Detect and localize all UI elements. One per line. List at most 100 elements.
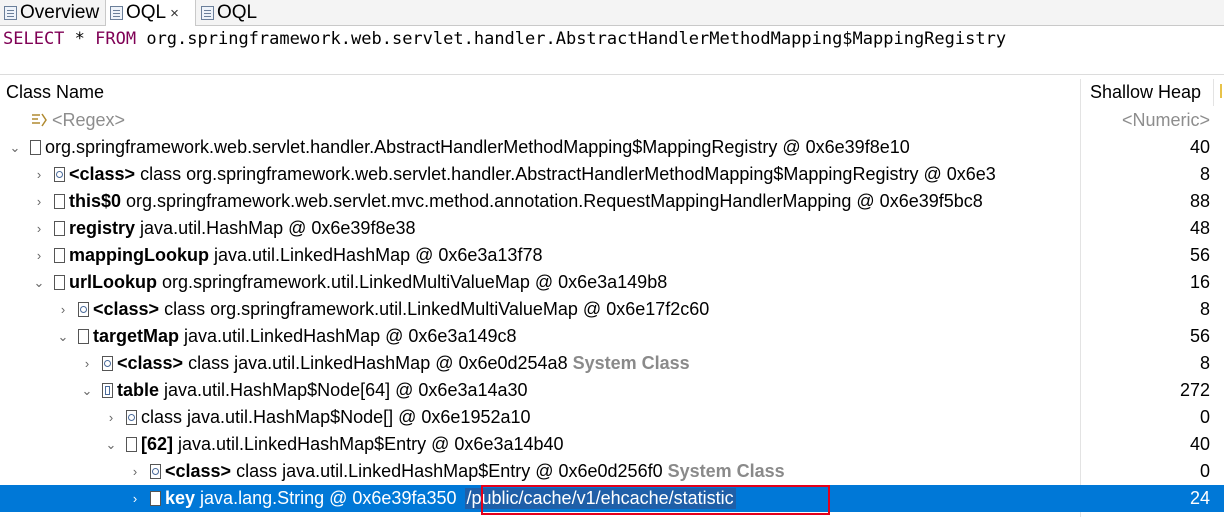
field-name: this$0 (69, 191, 122, 211)
column-edge-marker (1220, 84, 1222, 98)
class-name-cell: <class> class java.util.LinkedHashMap$Ent… (150, 458, 1078, 485)
shallow-heap-cell: 8 (1199, 353, 1210, 373)
field-name: registry (69, 218, 136, 238)
object-description: class java.util.LinkedHashMap @ 0x6e0d25… (188, 353, 568, 373)
regex-filter-icon (32, 113, 47, 127)
shallow-heap-filter[interactable]: <Numeric> (1122, 107, 1210, 133)
shallow-heap-cell: 56 (1189, 245, 1210, 265)
class-name-cell: mappingLookup java.util.LinkedHashMap @ 0… (54, 242, 1078, 269)
class-name-cell: org.springframework.web.servlet.handler.… (30, 134, 1078, 161)
expand-arrow-icon[interactable]: › (32, 161, 46, 188)
query-keyword-select: SELECT (3, 29, 65, 49)
expand-arrow-icon[interactable]: › (128, 485, 142, 512)
column-header-class-name[interactable]: Class Name (6, 79, 104, 106)
tab-oql-active[interactable]: OQL × (105, 0, 196, 26)
object-icon (30, 140, 41, 155)
tab-oql-2[interactable]: OQL (197, 0, 263, 26)
table-row[interactable]: › registry java.util.HashMap @ 0x6e39f8e38… (0, 215, 1224, 242)
object-description: java.util.HashMap$Node[64] @ 0x6e3a14a30 (164, 380, 528, 400)
oql-icon (201, 6, 214, 20)
table-row[interactable]: ⌄ urlLookup org.springframework.util.Linke… (0, 269, 1224, 296)
system-class-label: System Class (572, 353, 690, 373)
table-row[interactable]: ⌄ table java.util.HashMap$Node[64] @ 0x6e3… (0, 377, 1224, 404)
oql-icon (110, 6, 123, 20)
class-name-cell: table java.util.HashMap$Node[64] @ 0x6e3a… (102, 377, 1078, 404)
object-description: java.util.LinkedHashMap @ 0x6e3a149c8 (184, 326, 517, 346)
query-target: org.springframework.web.servlet.handler.… (136, 29, 1007, 49)
overview-icon (4, 6, 17, 20)
collapse-arrow-icon[interactable]: ⌄ (104, 431, 118, 458)
shallow-heap-cell: 8 (1199, 164, 1210, 184)
field-name: mappingLookup (69, 245, 209, 265)
class-name-cell: <class> class java.util.LinkedHashMap @ 0… (102, 350, 1078, 377)
table-row[interactable]: › <class> class java.util.LinkedHashMap$En… (0, 458, 1224, 485)
collapse-arrow-icon[interactable]: ⌄ (32, 269, 46, 296)
expand-arrow-icon[interactable]: › (80, 350, 94, 377)
object-icon (54, 248, 65, 263)
object-description: class java.util.HashMap$Node[] @ 0x6e195… (141, 407, 531, 427)
query-keyword-from: FROM (95, 29, 137, 49)
expand-arrow-icon[interactable]: › (104, 404, 118, 431)
field-name: <class> (165, 461, 232, 481)
editor-tab-bar: Overview OQL × OQL (0, 0, 1224, 26)
class-name-filter[interactable]: <Regex> (52, 107, 125, 133)
table-row[interactable]: › this$0 org.springframework.web.servlet.m… (0, 188, 1224, 215)
field-name: <class> (117, 353, 184, 373)
field-name: <class> (69, 164, 136, 184)
shallow-heap-cell: 272 (1179, 380, 1210, 400)
expand-arrow-icon[interactable]: › (32, 215, 46, 242)
column-divider (1213, 79, 1214, 106)
object-description: class java.util.LinkedHashMap$Entry @ 0x… (236, 461, 663, 481)
table-row[interactable]: › mappingLookup java.util.LinkedHashMap @ … (0, 242, 1224, 269)
expand-arrow-icon[interactable]: › (128, 458, 142, 485)
oql-query-editor[interactable]: SELECT * FROM org.springframework.web.se… (3, 29, 1006, 49)
object-icon (54, 194, 65, 209)
class-name-cell: <class> class org.springframework.util.Li… (78, 296, 1078, 323)
class-name-cell: [62] java.util.LinkedHashMap$Entry @ 0x6e… (126, 431, 1078, 458)
class-name-cell: urlLookup org.springframework.util.Linked… (54, 269, 1078, 296)
object-description: class org.springframework.util.LinkedMul… (164, 299, 710, 319)
field-name: <class> (93, 299, 160, 319)
field-name: key (165, 488, 196, 508)
collapse-arrow-icon[interactable]: ⌄ (80, 377, 94, 404)
object-description: java.util.LinkedHashMap @ 0x6e3a13f78 (213, 245, 543, 265)
object-icon (126, 437, 137, 452)
shallow-heap-cell: 0 (1199, 407, 1210, 427)
object-icon (54, 221, 65, 236)
field-name: urlLookup (69, 272, 157, 292)
table-row[interactable]: › <class> class org.springframework.util.L… (0, 296, 1224, 323)
table-row[interactable]: ⌄ targetMap java.util.LinkedHashMap @ 0x6e… (0, 323, 1224, 350)
shallow-heap-cell: 56 (1189, 326, 1210, 346)
column-header-shallow-heap[interactable]: Shallow Heap (1090, 79, 1201, 106)
class-name-cell: class java.util.HashMap$Node[] @ 0x6e195… (126, 404, 1078, 431)
expand-arrow-icon[interactable]: › (32, 188, 46, 215)
tab-oql-2-label: OQL (217, 2, 258, 23)
object-icon (150, 491, 161, 506)
class-name-cell: this$0 org.springframework.web.servlet.mv… (54, 188, 1078, 215)
object-description: class org.springframework.web.servlet.ha… (140, 164, 996, 184)
tab-overview[interactable]: Overview (0, 0, 104, 26)
class-object-icon (102, 356, 113, 371)
expand-arrow-icon[interactable]: › (32, 242, 46, 269)
class-name-cell: targetMap java.util.LinkedHashMap @ 0x6e3… (78, 323, 1078, 350)
close-icon[interactable]: × (170, 5, 179, 22)
query-separator (0, 74, 1224, 75)
system-class-label: System Class (667, 461, 785, 481)
class-object-icon (78, 302, 89, 317)
shallow-heap-cell: 48 (1189, 218, 1210, 238)
table-row[interactable]: › <class> class org.springframework.web.se… (0, 161, 1224, 188)
expand-arrow-icon[interactable]: › (56, 296, 70, 323)
shallow-heap-cell: 24 (1189, 488, 1210, 508)
collapse-arrow-icon[interactable]: ⌄ (8, 134, 22, 161)
table-row[interactable]: › class java.util.HashMap$Node[] @ 0x6e19… (0, 404, 1224, 431)
shallow-heap-cell: 16 (1189, 272, 1210, 292)
class-object-icon (126, 410, 137, 425)
object-icon (78, 329, 89, 344)
table-row[interactable]: ⌄ [62] java.util.LinkedHashMap$Entry @ 0x6… (0, 431, 1224, 458)
table-row[interactable]: › <class> class java.util.LinkedHashMap @ … (0, 350, 1224, 377)
object-description: org.springframework.util.LinkedMultiValu… (162, 272, 668, 292)
collapse-arrow-icon[interactable]: ⌄ (56, 323, 70, 350)
table-row[interactable]: ⌄ org.springframework.web.servlet.handler… (0, 134, 1224, 161)
array-object-icon (102, 383, 113, 398)
shallow-heap-cell: 8 (1199, 299, 1210, 319)
